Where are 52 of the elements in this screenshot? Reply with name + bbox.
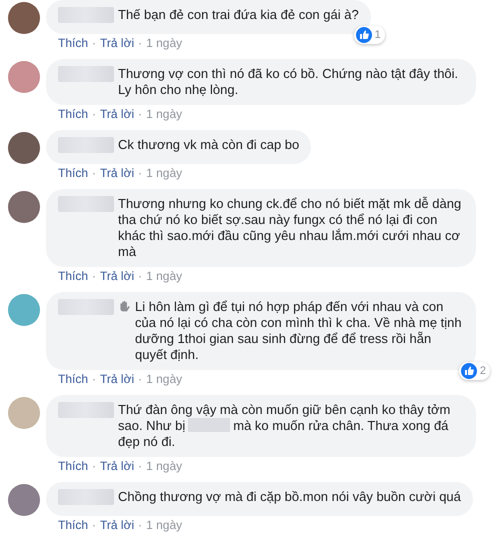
blurred-name [58, 489, 114, 505]
separator-dot: · [92, 372, 96, 387]
reply-link[interactable]: Trả lời [100, 269, 134, 284]
like-link[interactable]: Thích [58, 372, 88, 387]
separator-dot: · [138, 459, 142, 474]
like-link[interactable]: Thích [58, 107, 88, 122]
reply-link[interactable]: Trả lời [100, 459, 134, 474]
comment-time: 1 ngày [146, 36, 182, 51]
blurred-name [58, 299, 114, 315]
comment-text: Li hôn làm gì để tụi nó hợp pháp đến với nhau và con của nó lại có cha còn con mình thì k cha. Về nhà mẹ tịnh dưỡng 1thoi gian sau sinh đừng để để tress rồi hẵn quyết định. [135, 299, 463, 363]
reply-link[interactable]: Trả lời [100, 372, 134, 387]
like-link[interactable]: Thích [58, 518, 88, 533]
blurred-name [58, 66, 114, 82]
comment-text: Thứ đàn ông vậy mà còn muốn giữ bên cạnh ko thây tởm sao. Như bị mà ko muốn rửa chân. Thưa xong đá đẹp nó đi. [118, 402, 452, 450]
separator-dot: · [138, 166, 142, 181]
comment-text: Thương vợ con thì nó đã ko có bồ. Chứng nào tật đây thôi. Ly hôn cho nhẹ lòng. [118, 66, 460, 98]
comment-time: 1 ngày [146, 459, 182, 474]
blurred-name [58, 402, 114, 418]
comment-time: 1 ngày [146, 166, 182, 181]
separator-dot: · [138, 107, 142, 122]
separator-dot: · [92, 269, 96, 284]
separator-dot: · [138, 36, 142, 51]
hand-icon [118, 300, 131, 313]
comment-time: 1 ngày [146, 518, 182, 533]
comment-time: 1 ngày [146, 107, 182, 122]
comment-text: Thế bạn đẻ con trai đứa kia đẻ con gái à? [118, 7, 359, 23]
like-link[interactable]: Thích [58, 459, 88, 474]
like-number: 2 [480, 364, 486, 379]
reply-link[interactable]: Trả lời [100, 107, 134, 122]
comment-text: Thương nhưng ko chung ck.để cho nó biết mặt mk dễ dàng tha chứ nó ko biết sợ.sau này fungx có thể nó lại đi con khác thì sao.mới đầu cũng yêu nhau lắm.mới cưới nhau cơ mà [118, 196, 462, 260]
separator-dot: · [92, 36, 96, 51]
separator-dot: · [138, 518, 142, 533]
blurred-name [58, 196, 114, 212]
reply-link[interactable]: Trả lời [100, 518, 134, 533]
blurred-name [58, 7, 114, 23]
comment-text: Ck thương vk mà còn đi cap bo [118, 137, 300, 153]
separator-dot: · [138, 269, 142, 284]
like-link[interactable]: Thích [58, 166, 88, 181]
comment-time: 1 ngày [146, 372, 182, 387]
separator-dot: · [92, 459, 96, 474]
like-link[interactable]: Thích [58, 269, 88, 284]
reply-link[interactable]: Trả lời [100, 166, 134, 181]
comment-time: 1 ngày [146, 269, 182, 284]
separator-dot: · [92, 518, 96, 533]
like-number: 1 [374, 28, 381, 43]
reply-link[interactable]: Trả lời [100, 36, 134, 51]
separator-dot: · [92, 107, 96, 122]
blurred-name [58, 137, 114, 153]
comment-text: Chồng thương vợ mà đi cặp bồ.mon nói vây buồn cười quá [118, 489, 461, 505]
separator-dot: · [92, 166, 96, 181]
separator-dot: · [138, 372, 142, 387]
like-link[interactable]: Thích [58, 36, 88, 51]
